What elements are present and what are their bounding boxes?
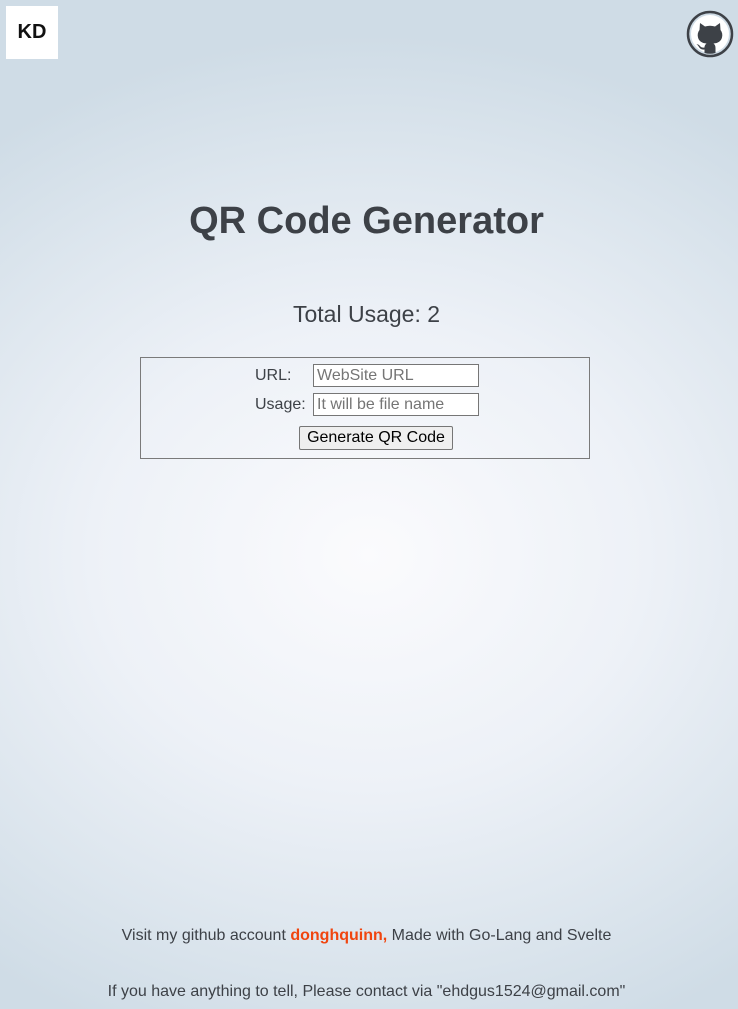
usage-row: Usage: [141, 393, 589, 417]
footer-suffix: Made with Go-Lang and Svelte [387, 927, 612, 944]
url-label: URL: [255, 367, 292, 384]
footer-credits: Visit my github account donghquinn, Made… [0, 927, 733, 945]
qr-form: URL: Usage: Generate QR Code [140, 357, 590, 459]
footer-prefix: Visit my github account [121, 927, 291, 944]
usage-label: Usage: [255, 396, 306, 413]
github-link[interactable] [686, 10, 734, 58]
github-user-link[interactable]: donghquinn, [290, 927, 387, 944]
generate-qr-button[interactable]: Generate QR Code [299, 426, 453, 450]
usage-input[interactable] [313, 393, 479, 416]
logo-text: KD [17, 21, 47, 43]
url-row: URL: [141, 364, 589, 388]
page-title: QR Code Generator [189, 200, 544, 242]
footer-contact: If you have anything to tell, Please con… [107, 983, 626, 1000]
total-usage-text: Total Usage: 2 [292, 301, 441, 327]
logo: KD [6, 6, 58, 59]
github-icon [686, 10, 734, 58]
url-input[interactable] [313, 364, 479, 387]
